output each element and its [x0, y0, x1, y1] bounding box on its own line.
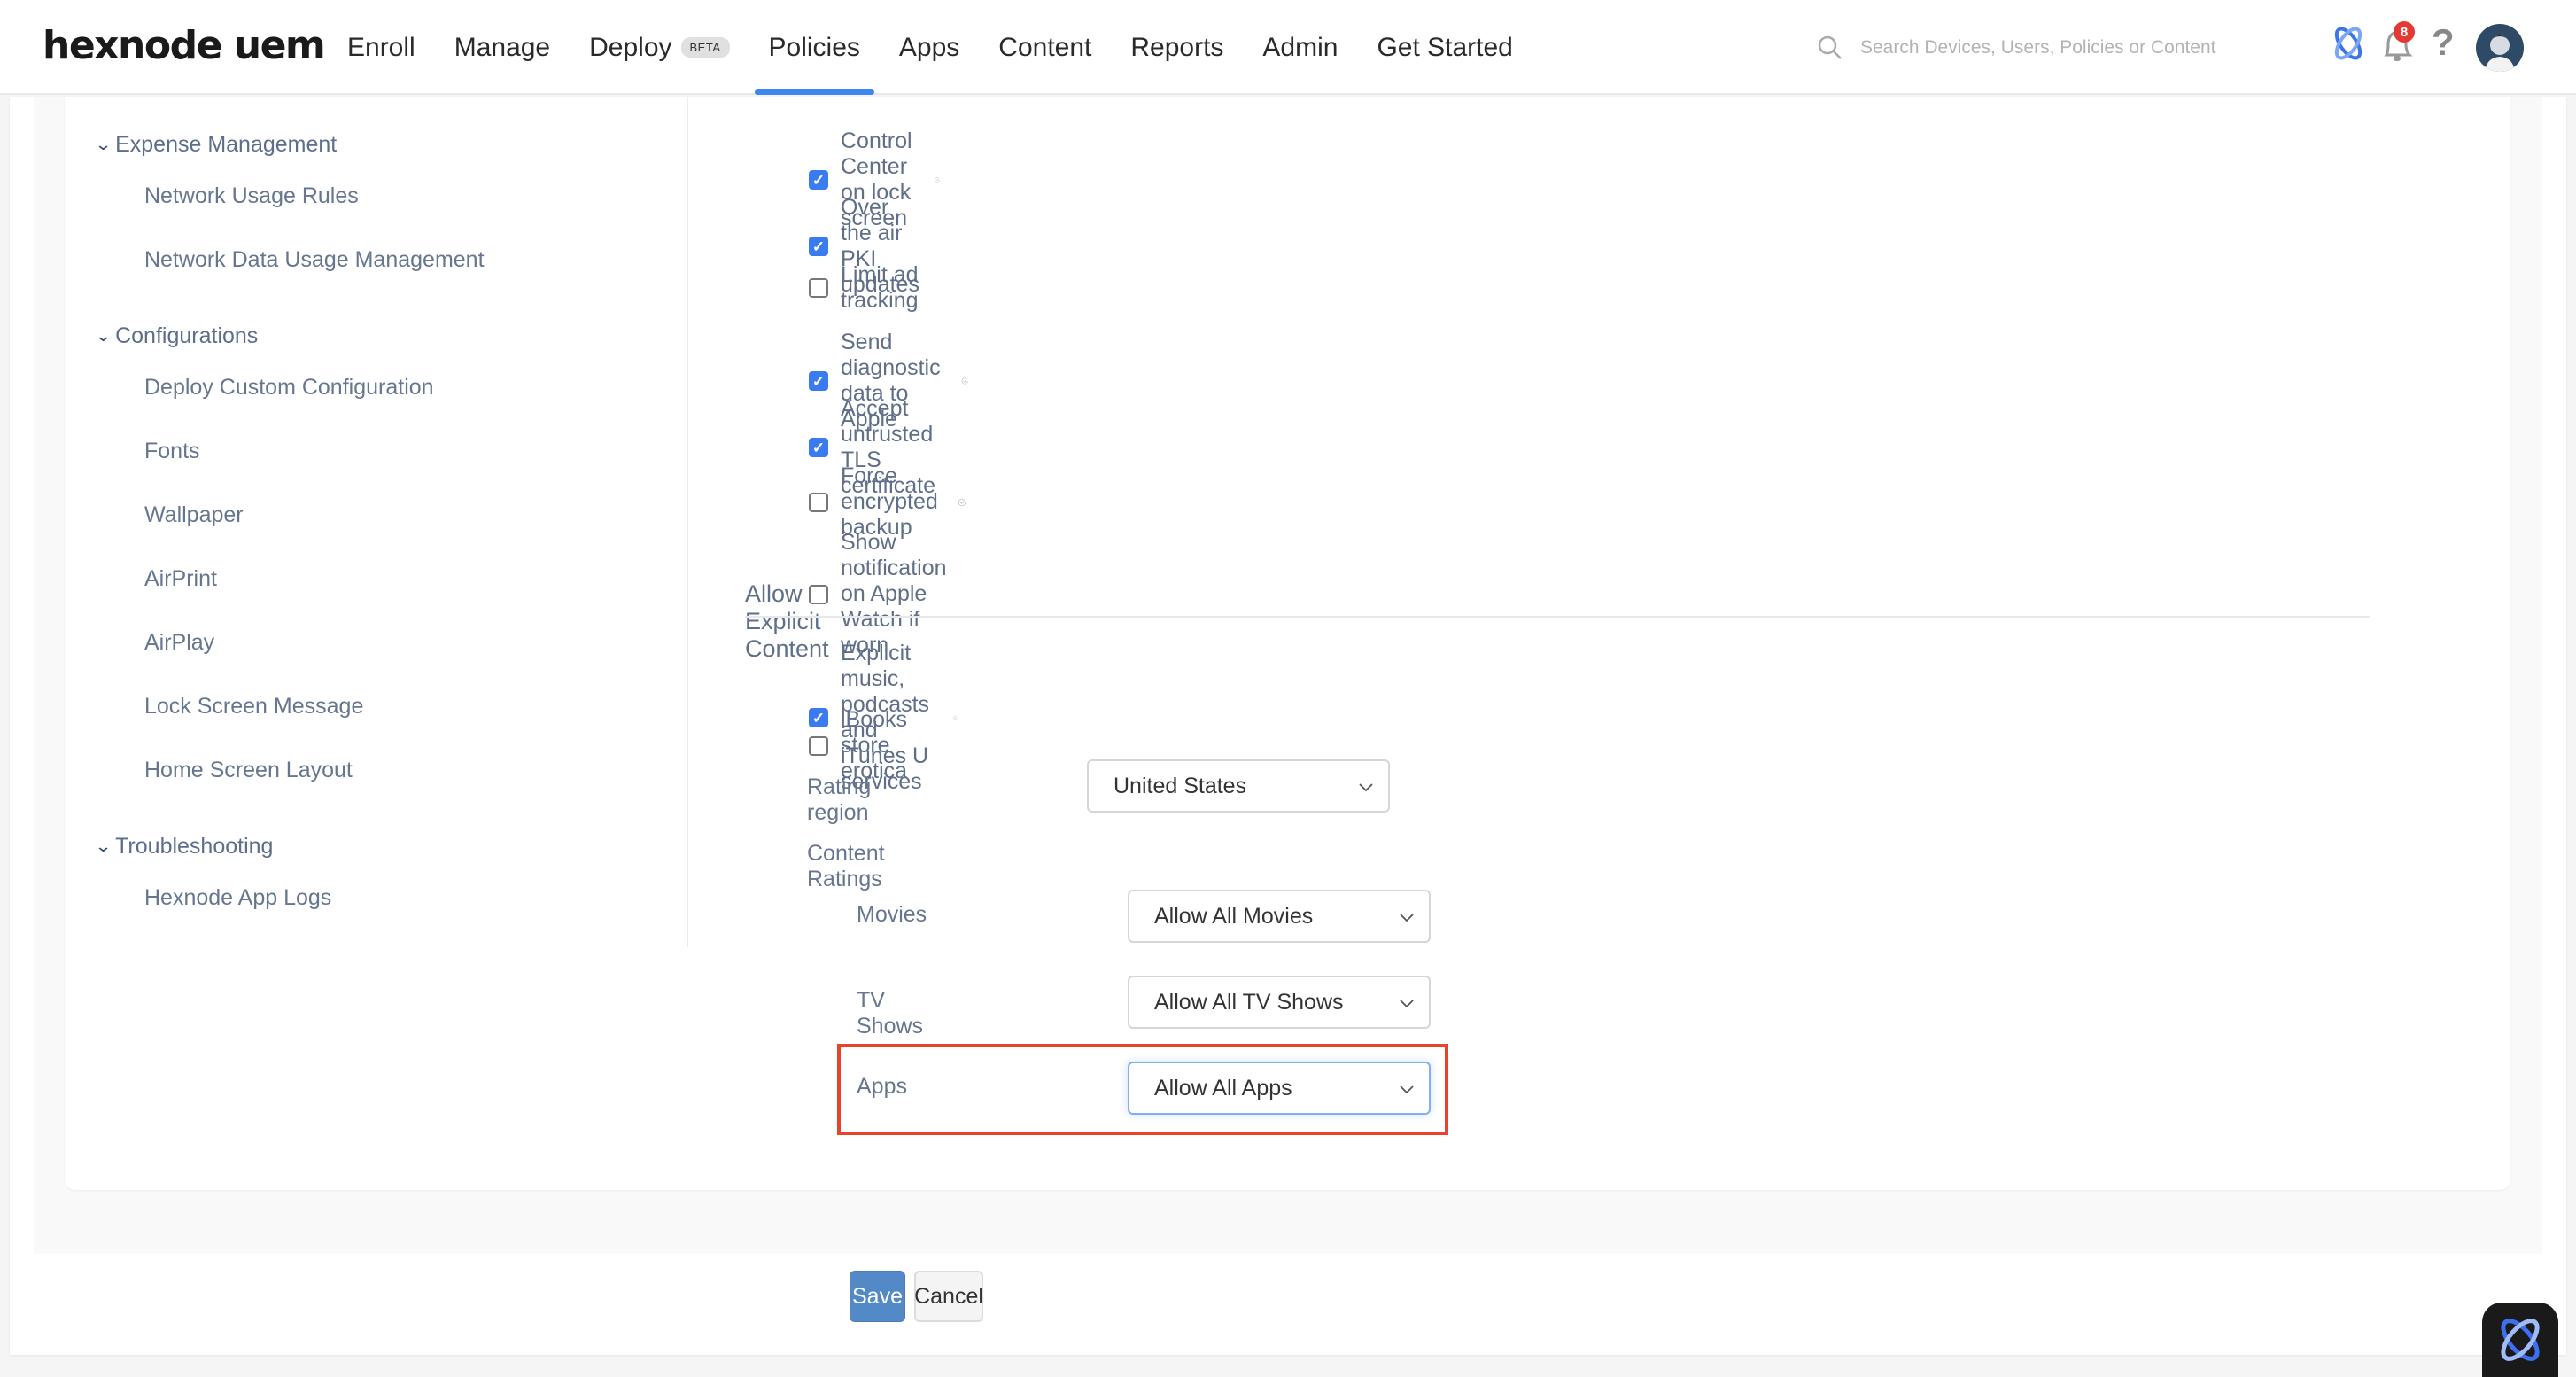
sidebar-group-expense-management[interactable]: ⌄ Expense Management [94, 132, 338, 158]
nav-content[interactable]: Content [998, 0, 1091, 95]
sidebar-group-label: Troubleshooting [115, 834, 274, 859]
setting-ibooks-erotica: iBooks store erotica [809, 707, 907, 784]
sidebar-item-deploy-custom-configuration[interactable]: Deploy Custom Configuration [144, 375, 434, 401]
tv-shows-rating-select[interactable]: Allow All TV Shows [1128, 976, 1431, 1029]
nav-apps[interactable]: Apps [899, 0, 959, 95]
checkbox[interactable] [809, 492, 828, 512]
policy-card: ⌄ Expense Management Network Usage Rules … [65, 97, 2510, 1190]
policy-sidebar: ⌄ Expense Management Network Usage Rules … [65, 97, 688, 947]
setting-label: Force encrypted backup [841, 463, 938, 540]
apps-rating-value: Allow All Apps [1154, 1075, 1292, 1101]
movies-rating-select[interactable]: Allow All Movies [1128, 890, 1431, 943]
sidebar-item-airprint[interactable]: AirPrint [144, 566, 217, 592]
beta-badge: BETA [680, 37, 730, 58]
setting-limit-ad-tracking: Limit ad tracking [809, 262, 919, 314]
main-nav: Enroll Manage Deploy BETA Policies Apps C… [347, 0, 1552, 95]
sidebar-group-label: Expense Management [115, 132, 338, 157]
sidebar-item-network-usage-rules[interactable]: Network Usage Rules [144, 183, 359, 209]
user-avatar[interactable] [2476, 24, 2524, 72]
cancel-button[interactable]: Cancel [914, 1271, 983, 1322]
chevron-down-icon: ⌄ [94, 837, 113, 855]
checkbox[interactable] [809, 278, 828, 298]
supervised-check-icon [953, 715, 958, 720]
tv-shows-label: TV Shows [857, 988, 924, 1039]
supervised-check-icon [961, 377, 968, 385]
nav-manage-label: Manage [454, 32, 551, 62]
nav-content-label: Content [998, 32, 1092, 62]
chevron-down-icon [1400, 914, 1414, 922]
nav-enroll[interactable]: Enroll [347, 0, 415, 95]
policy-editor-area: ⌄ Expense Management Network Usage Rules … [34, 97, 2542, 1254]
setting-apple-watch-notification: Show notification on Apple Watch if worn [809, 530, 947, 658]
setting-label: Limit ad tracking [841, 262, 919, 313]
chevron-down-icon: ⌄ [94, 327, 113, 345]
rating-region-select[interactable]: United States [1087, 759, 1390, 813]
apps-label: Apps [857, 1074, 907, 1099]
nav-manage[interactable]: Manage [454, 0, 550, 95]
top-navbar: hexnode uem Enroll Manage Deploy BETA Pol… [0, 0, 2576, 95]
save-button[interactable]: Save [850, 1271, 905, 1322]
supervised-check-icon [935, 177, 941, 183]
sidebar-group-troubleshooting[interactable]: ⌄ Troubleshooting [94, 834, 274, 860]
nav-enroll-label: Enroll [347, 32, 415, 62]
nav-apps-label: Apps [898, 32, 960, 62]
help-icon[interactable]: ? [2432, 21, 2455, 64]
hexnode-logo[interactable]: hexnode uem [43, 23, 326, 68]
section-divider [745, 616, 2370, 618]
checkbox[interactable] [809, 371, 828, 391]
checkbox[interactable] [809, 237, 828, 256]
sidebar-item-network-data-usage-management[interactable]: Network Data Usage Management [144, 247, 485, 273]
nav-admin-label: Admin [1262, 32, 1338, 62]
hexnode-ai-icon [2501, 1319, 2540, 1361]
content-ratings-label: Content Ratings [807, 841, 885, 891]
hexnode-assistant-button[interactable] [2482, 1303, 2558, 1377]
setting-force-encrypted-backup: Force encrypted backup [809, 463, 966, 541]
rating-region-label: Rating region [807, 774, 872, 825]
checkbox[interactable] [809, 170, 828, 190]
movies-rating-value: Allow All Movies [1154, 903, 1314, 929]
sidebar-group-label: Configurations [115, 323, 259, 348]
notifications-button[interactable]: 8 [2379, 21, 2415, 70]
nav-deploy[interactable]: Deploy BETA [589, 0, 730, 95]
tv-shows-rating-value: Allow All TV Shows [1154, 989, 1344, 1015]
search-icon [1818, 35, 1842, 59]
notification-count-badge: 8 [2394, 21, 2415, 43]
nav-reports-label: Reports [1130, 32, 1224, 62]
nav-get-started[interactable]: Get Started [1377, 0, 1512, 95]
sidebar-item-home-screen-layout[interactable]: Home Screen Layout [144, 758, 353, 783]
chevron-down-icon [1400, 1000, 1414, 1008]
nav-policies[interactable]: Policies [754, 0, 875, 95]
rating-region-value: United States [1113, 773, 1247, 798]
setting-label: iBooks store erotica [841, 707, 908, 783]
supervised-check-icon [958, 498, 966, 506]
search-input[interactable] [1860, 37, 2232, 58]
chevron-down-icon [1359, 783, 1373, 792]
page-container: ⌄ Expense Management Network Usage Rules … [10, 97, 2566, 1355]
apps-rating-select[interactable]: Allow All Apps [1128, 1062, 1431, 1115]
sidebar-item-fonts[interactable]: Fonts [144, 439, 200, 464]
nav-reports[interactable]: Reports [1130, 0, 1223, 95]
sidebar-group-configurations[interactable]: ⌄ Configurations [94, 323, 259, 349]
nav-get-started-label: Get Started [1377, 32, 1513, 62]
nav-policies-label: Policies [768, 32, 860, 62]
setting-label: Show notification on Apple Watch if worn [841, 530, 947, 657]
nav-deploy-label: Deploy [589, 32, 672, 62]
global-search[interactable] [1816, 30, 2259, 66]
sidebar-item-wallpaper[interactable]: Wallpaper [144, 502, 244, 528]
nav-admin[interactable]: Admin [1262, 0, 1338, 95]
checkbox[interactable] [809, 735, 828, 756]
sidebar-item-airplay[interactable]: AirPlay [144, 630, 214, 656]
hexnode-ai-icon[interactable] [2332, 25, 2365, 66]
chevron-down-icon [1400, 1085, 1414, 1094]
checkbox[interactable] [809, 438, 828, 457]
movies-label: Movies [857, 902, 927, 927]
chevron-down-icon: ⌄ [94, 136, 113, 153]
sidebar-item-lock-screen-message[interactable]: Lock Screen Message [144, 694, 363, 720]
sidebar-item-hexnode-app-logs[interactable]: Hexnode App Logs [144, 885, 331, 911]
